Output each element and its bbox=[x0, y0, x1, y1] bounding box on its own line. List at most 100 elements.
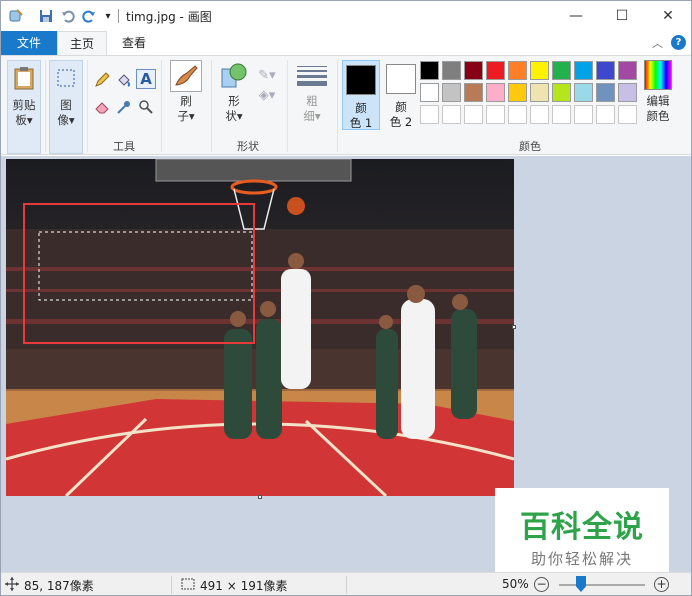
palette-swatch[interactable] bbox=[596, 83, 615, 102]
palette-swatch[interactable] bbox=[596, 61, 615, 80]
tools-group-label: 工具 bbox=[113, 140, 135, 153]
palette-swatch-empty[interactable] bbox=[530, 105, 549, 124]
palette-swatch-empty[interactable] bbox=[464, 105, 483, 124]
maximize-button[interactable]: ☐ bbox=[599, 1, 645, 31]
color-picker-icon[interactable] bbox=[114, 97, 134, 117]
shapes-group-label: 形状 bbox=[237, 140, 259, 153]
palette-swatch[interactable] bbox=[420, 83, 439, 102]
status-bar: 85, 187像素 491 × 191像素 50% − + bbox=[1, 572, 691, 595]
color1-swatch bbox=[346, 65, 376, 95]
eraser-icon[interactable] bbox=[92, 97, 112, 117]
palette-swatch[interactable] bbox=[464, 61, 483, 80]
resize-handle-right[interactable] bbox=[512, 325, 516, 329]
size-label-1: 粗 bbox=[306, 94, 318, 108]
minimize-button[interactable]: — bbox=[553, 1, 599, 31]
watermark-subtitle: 助你轻松解决 bbox=[530, 550, 633, 568]
zoom-level-text: 50% bbox=[502, 577, 529, 591]
text-icon[interactable]: A bbox=[136, 69, 156, 89]
collapse-ribbon-icon[interactable]: ︿ bbox=[652, 35, 663, 51]
close-button[interactable]: ✕ bbox=[645, 1, 691, 31]
palette-swatch[interactable] bbox=[464, 83, 483, 102]
divider bbox=[87, 60, 88, 152]
color1-button[interactable]: 颜 色 1 bbox=[342, 60, 380, 130]
window-title: timg.jpg - 画图 bbox=[126, 10, 212, 24]
watermark-title: 百科全说 bbox=[520, 510, 644, 545]
palette-swatch-empty[interactable] bbox=[596, 105, 615, 124]
zoom-slider[interactable] bbox=[559, 584, 645, 586]
edit-colors-label-1: 编辑 bbox=[646, 94, 670, 108]
pencil-icon[interactable] bbox=[92, 70, 112, 90]
palette-swatch[interactable] bbox=[508, 83, 527, 102]
color-palette bbox=[420, 61, 639, 126]
palette-swatch[interactable] bbox=[552, 83, 571, 102]
color2-label-1: 颜 bbox=[395, 100, 407, 114]
palette-swatch[interactable] bbox=[486, 61, 505, 80]
palette-swatch-empty[interactable] bbox=[508, 105, 527, 124]
edit-colors-button[interactable]: 编辑 颜色 bbox=[641, 60, 675, 136]
undo-icon[interactable] bbox=[59, 7, 77, 25]
palette-swatch-empty[interactable] bbox=[420, 105, 439, 124]
clipboard-icon bbox=[10, 64, 38, 92]
color2-button[interactable]: 颜 色 2 bbox=[382, 60, 420, 130]
divider bbox=[171, 576, 172, 594]
brushes-button[interactable]: 刷 子▾ bbox=[167, 60, 205, 136]
title-bar: ▾ timg.jpg - 画图 — ☐ ✕ bbox=[1, 1, 691, 31]
redo-icon[interactable] bbox=[80, 7, 98, 25]
clipboard-button[interactable]: 剪贴 板▾ bbox=[7, 60, 41, 154]
palette-swatch-empty[interactable] bbox=[574, 105, 593, 124]
color1-label-1: 颜 bbox=[355, 101, 367, 115]
tab-view[interactable]: 查看 bbox=[109, 31, 159, 55]
customize-dropdown-icon[interactable]: ▾ bbox=[99, 7, 117, 25]
canvas-image[interactable] bbox=[6, 159, 514, 496]
size-button[interactable]: 粗 细▾ bbox=[293, 60, 331, 136]
select-rect-icon bbox=[52, 64, 80, 92]
palette-swatch[interactable] bbox=[574, 61, 593, 80]
size-label-2: 细▾ bbox=[303, 109, 321, 123]
watermark: 百科全说 助你轻松解决 bbox=[495, 488, 669, 572]
tab-home[interactable]: 主页 bbox=[57, 31, 107, 56]
palette-swatch[interactable] bbox=[618, 61, 637, 80]
image-label-2: 像▾ bbox=[57, 113, 75, 127]
palette-swatch[interactable] bbox=[530, 61, 549, 80]
color-spectrum-icon bbox=[644, 60, 672, 90]
cursor-position-text: 85, 187像素 bbox=[24, 579, 94, 593]
palette-swatch-empty[interactable] bbox=[552, 105, 571, 124]
cursor-position-icon bbox=[5, 577, 19, 594]
help-icon[interactable]: ? bbox=[671, 35, 686, 50]
zoom-in-button[interactable]: + bbox=[654, 577, 669, 592]
image-button[interactable]: 图 像▾ bbox=[49, 60, 83, 154]
clipboard-label-2: 板▾ bbox=[15, 113, 33, 127]
palette-swatch[interactable] bbox=[574, 83, 593, 102]
save-icon[interactable] bbox=[37, 7, 55, 25]
brushes-label-1: 刷 bbox=[180, 94, 192, 108]
ribbon-tabs: 文件 主页 查看 ︿ ? bbox=[1, 31, 691, 56]
ribbon: 剪贴 板▾ 图 像▾ A 工具 刷 子▾ 形 状▾ ✎▾ ◈▾ 形状 粗 细▾ … bbox=[1, 55, 691, 155]
palette-swatch-empty[interactable] bbox=[442, 105, 461, 124]
palette-swatch[interactable] bbox=[618, 83, 637, 102]
palette-swatch[interactable] bbox=[552, 61, 571, 80]
palette-swatch[interactable] bbox=[442, 61, 461, 80]
outline-icon[interactable]: ✎▾ bbox=[257, 65, 277, 85]
shapes-icon bbox=[218, 60, 250, 92]
fill-shape-icon[interactable]: ◈▾ bbox=[257, 85, 277, 105]
divider bbox=[337, 60, 338, 152]
palette-swatch-empty[interactable] bbox=[618, 105, 637, 124]
tab-file[interactable]: 文件 bbox=[1, 31, 57, 55]
palette-swatch[interactable] bbox=[442, 83, 461, 102]
palette-swatch[interactable] bbox=[530, 83, 549, 102]
palette-swatch[interactable] bbox=[486, 83, 505, 102]
palette-swatch[interactable] bbox=[420, 61, 439, 80]
resize-handle-bottom[interactable] bbox=[258, 495, 262, 499]
paint-window: ▾ timg.jpg - 画图 — ☐ ✕ 文件 主页 查看 ︿ ? 剪贴 板▾… bbox=[0, 0, 692, 596]
zoom-out-button[interactable]: − bbox=[534, 577, 549, 592]
zoom-slider-thumb[interactable] bbox=[576, 576, 586, 592]
color2-swatch bbox=[386, 64, 416, 94]
shapes-button[interactable]: 形 状▾ bbox=[216, 60, 252, 136]
paint-app-icon[interactable] bbox=[7, 7, 25, 25]
magnifier-icon[interactable] bbox=[136, 97, 156, 117]
fill-icon[interactable] bbox=[114, 70, 134, 90]
palette-swatch[interactable] bbox=[508, 61, 527, 80]
color1-label-2: 色 1 bbox=[349, 116, 373, 130]
palette-swatch-empty[interactable] bbox=[486, 105, 505, 124]
brushes-label-2: 子▾ bbox=[177, 109, 195, 123]
